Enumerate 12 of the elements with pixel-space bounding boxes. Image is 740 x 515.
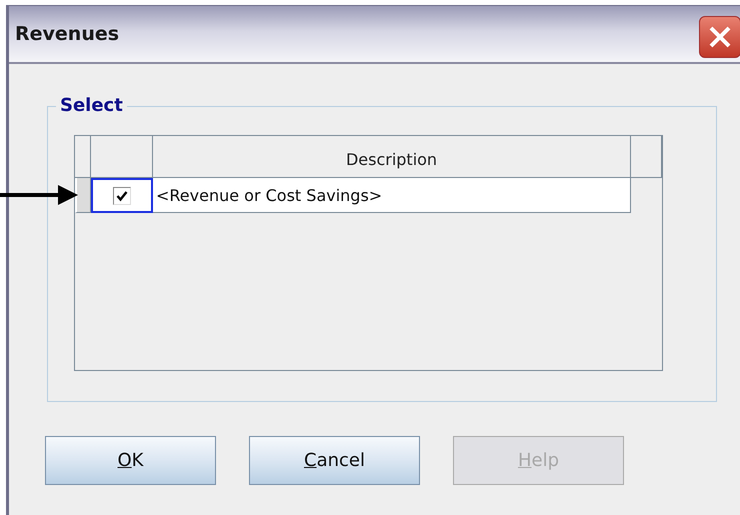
close-icon bbox=[707, 24, 733, 50]
window-title: Revenues bbox=[15, 23, 120, 45]
row-header[interactable] bbox=[75, 178, 91, 213]
close-button[interactable] bbox=[699, 16, 740, 58]
dialog-button[interactable]: OK bbox=[45, 436, 216, 485]
table-cell: <Revenue or Cost Savings> bbox=[153, 178, 631, 213]
checkbox-cell[interactable] bbox=[91, 178, 153, 213]
arrow-icon bbox=[0, 184, 80, 206]
check-icon bbox=[116, 190, 128, 202]
column-header[interactable] bbox=[631, 136, 662, 178]
checkbox[interactable] bbox=[113, 186, 131, 204]
dialog-button[interactable]: Cancel bbox=[249, 436, 420, 485]
